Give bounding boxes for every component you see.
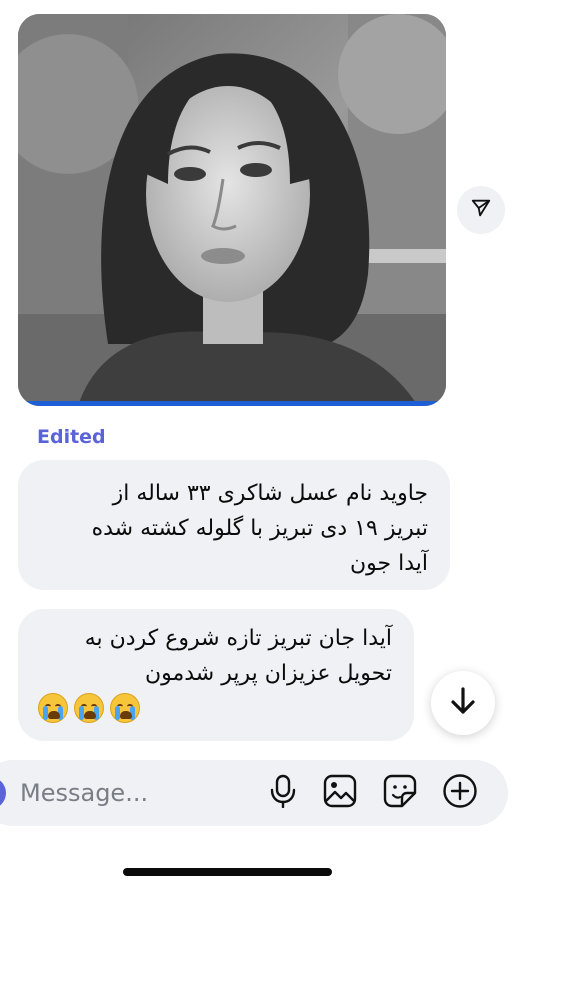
share-icon	[470, 197, 492, 223]
home-indicator	[123, 868, 332, 876]
message-input[interactable]: Message...	[20, 776, 148, 810]
plus-circle-icon	[442, 773, 478, 813]
crying-face-emoji	[74, 693, 104, 723]
message-text: جاوید نام عسل شاکری ۳۳ ساله از تبریز ۱۹ …	[91, 481, 428, 576]
image-icon	[323, 774, 357, 812]
microphone-icon	[268, 774, 298, 812]
microphone-button[interactable]	[264, 774, 302, 812]
message-bubble[interactable]: جاوید نام عسل شاکری ۳۳ ساله از تبریز ۱۹ …	[18, 460, 450, 590]
photo-bottom-bar	[18, 401, 446, 406]
sticker-button[interactable]	[381, 774, 419, 812]
share-button[interactable]	[457, 186, 505, 234]
crying-face-emoji	[110, 693, 140, 723]
message-bubble[interactable]: آیدا جان تبریز تازه شروع کردن به تحویل ع…	[18, 609, 414, 741]
message-text: آیدا جان تبریز تازه شروع کردن به تحویل ع…	[84, 626, 392, 686]
emoji-row	[38, 693, 140, 723]
sticker-icon	[383, 774, 417, 812]
gallery-button[interactable]	[321, 774, 359, 812]
more-options-button[interactable]	[441, 774, 479, 812]
portrait-image	[18, 14, 446, 406]
edited-label: Edited	[37, 426, 106, 448]
crying-face-emoji	[38, 693, 68, 723]
message-photo[interactable]	[18, 14, 446, 406]
scroll-to-bottom-button[interactable]	[431, 671, 495, 735]
arrow-down-icon	[449, 686, 477, 720]
